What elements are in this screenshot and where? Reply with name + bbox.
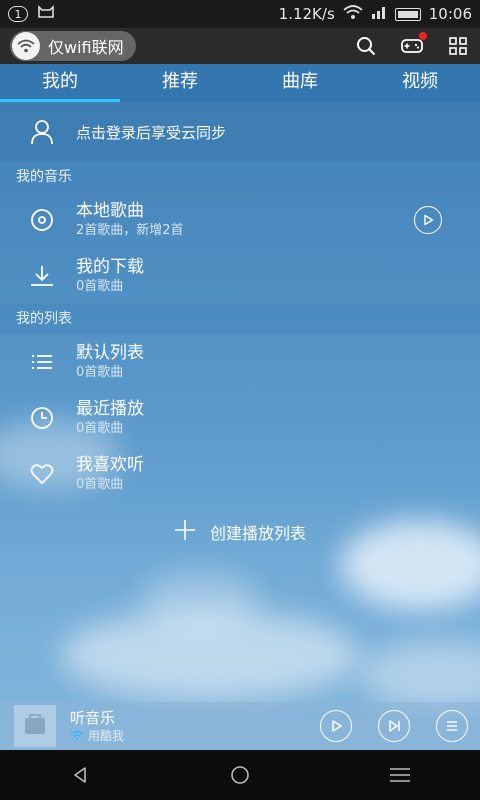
- cell-signal-icon: [371, 5, 387, 23]
- gamepad-icon[interactable]: [400, 32, 427, 58]
- disc-icon: [0, 208, 84, 232]
- plus-icon: [174, 519, 196, 545]
- list-icon: [0, 353, 84, 371]
- create-playlist-button[interactable]: 创建播放列表: [0, 514, 480, 550]
- wifi-small-icon: [70, 728, 84, 744]
- search-icon[interactable]: [354, 34, 378, 58]
- user-icon: [0, 119, 84, 145]
- tab-video[interactable]: 视频: [360, 64, 480, 102]
- notification-count-badge: 1: [8, 6, 28, 22]
- list-item-default-list[interactable]: 默认列表 0首歌曲: [0, 334, 480, 390]
- wifi-signal-icon: [343, 4, 363, 24]
- item-title: 本地歌曲: [76, 201, 144, 221]
- clock-icon: [0, 406, 84, 430]
- list-item-recent[interactable]: 最近播放 0首歌曲: [0, 390, 480, 446]
- item-title: 我喜欢听: [76, 455, 144, 475]
- main-tabs: 我的 推荐 曲库 视频: [0, 64, 480, 102]
- player-subtitle: 用酷我: [88, 729, 125, 743]
- status-time: 10:06: [428, 5, 472, 23]
- app-screen: 1 1.12K/s 10:06 仅wifi联网 我的 推荐 曲库 视频 点击登录…: [0, 0, 480, 800]
- album-cover[interactable]: [14, 705, 56, 747]
- login-prompt: 点击登录后享受云同步: [76, 123, 227, 142]
- item-subtitle: 0首歌曲: [76, 421, 124, 436]
- item-subtitle: 0首歌曲: [76, 279, 124, 294]
- list-item-local-songs[interactable]: 本地歌曲 2首歌曲，新增2首: [0, 192, 480, 248]
- wifi-only-toggle[interactable]: 仅wifi联网: [10, 31, 136, 61]
- item-subtitle: 0首歌曲: [76, 365, 124, 380]
- background-cloud: [360, 640, 480, 710]
- heart-icon: [0, 463, 84, 485]
- login-row[interactable]: 点击登录后享受云同步: [0, 102, 480, 162]
- section-my-lists: 我的列表: [0, 304, 480, 334]
- mini-player: 听音乐 用酷我: [0, 702, 480, 750]
- tab-library[interactable]: 曲库: [240, 64, 360, 102]
- battery-icon: [394, 7, 421, 21]
- menu-icon[interactable]: [380, 755, 420, 795]
- back-icon[interactable]: [60, 755, 100, 795]
- system-nav-bar: [0, 750, 480, 800]
- item-title: 最近播放: [76, 399, 144, 419]
- tab-mine[interactable]: 我的: [0, 64, 120, 102]
- item-title: 我的下载: [76, 257, 144, 277]
- item-subtitle: 0首歌曲: [76, 477, 124, 492]
- download-icon: [0, 264, 84, 288]
- list-item-favorites[interactable]: 我喜欢听 0首歌曲: [0, 446, 480, 502]
- wifi-icon: [12, 32, 40, 60]
- create-playlist-label: 创建播放列表: [209, 524, 306, 543]
- home-icon[interactable]: [220, 755, 260, 795]
- play-local-button[interactable]: [414, 206, 442, 234]
- app-header: 仅wifi联网: [0, 28, 480, 64]
- notification-dot: [419, 32, 427, 40]
- item-subtitle: 2首歌曲，新增2首: [76, 223, 184, 238]
- wifi-only-label: 仅wifi联网: [48, 38, 124, 57]
- network-speed: 1.12K/s: [278, 5, 335, 23]
- play-button[interactable]: [320, 710, 352, 742]
- section-my-music: 我的音乐: [0, 162, 480, 192]
- item-title: 默认列表: [76, 343, 144, 363]
- list-item-downloads[interactable]: 我的下载 0首歌曲: [0, 248, 480, 304]
- player-title: 听音乐: [70, 709, 116, 727]
- playlist-queue-button[interactable]: [436, 710, 468, 742]
- tab-recommend[interactable]: 推荐: [120, 64, 240, 102]
- grid-icon[interactable]: [446, 34, 470, 58]
- status-bar: 1 1.12K/s 10:06: [0, 0, 480, 28]
- background-cloud: [60, 610, 360, 700]
- cat-icon: [36, 4, 56, 24]
- next-track-button[interactable]: [378, 710, 410, 742]
